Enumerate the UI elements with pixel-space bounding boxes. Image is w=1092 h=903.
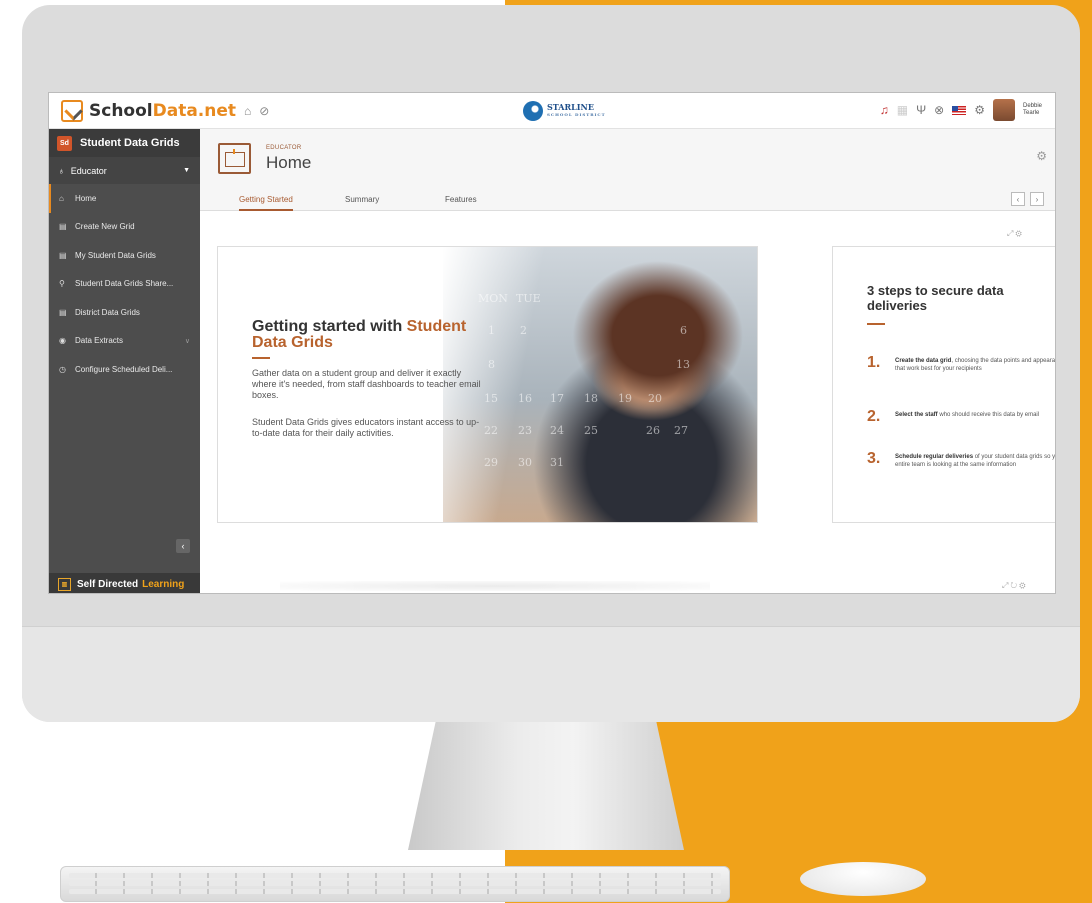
grid-icon: ▤: [59, 222, 67, 232]
caret-down-icon: ▼: [183, 167, 190, 174]
extract-icon: ◉: [59, 336, 66, 346]
district-sub: SCHOOL DISTRICT: [547, 112, 606, 117]
district-mark-icon: [523, 101, 543, 121]
hero-paragraph-1: Gather data on a student group and deliv…: [252, 368, 481, 400]
grid-icon: ▤: [59, 307, 67, 317]
tab-next-button[interactable]: ›: [1030, 192, 1044, 206]
sidebar-item-district-data-grids[interactable]: ▤ District Data Grids: [49, 298, 200, 327]
page-header: EDUCATOR Home ⚙: [200, 129, 1055, 189]
grid-apps-icon[interactable]: ▦: [897, 103, 908, 117]
grid-icon: ▤: [59, 250, 67, 260]
teacher-photo: [443, 247, 757, 522]
sidebar-title: Student Data Grids: [80, 137, 180, 149]
sidebar-item-label: Home: [75, 193, 97, 203]
tab-prev-button[interactable]: ‹: [1011, 192, 1025, 206]
notifications-icon[interactable]: ♫: [880, 103, 889, 117]
gear-icon[interactable]: ⚙: [1036, 149, 1047, 163]
hero-divider: [252, 357, 270, 359]
role-selector[interactable]: ♁ Educator ▼: [49, 157, 200, 184]
tab-getting-started[interactable]: Getting Started: [239, 195, 293, 211]
step-text: Select the staff who should receive this…: [895, 412, 1040, 418]
tab-features[interactable]: Features: [445, 195, 477, 204]
sidebar-item-data-extracts[interactable]: ◉ Data Extracts ∨: [49, 327, 200, 356]
share-icon: ⚲: [59, 279, 65, 289]
keyboard: [60, 866, 730, 902]
step-item: 2. Select the staff who should receive t…: [867, 408, 1055, 425]
sidebar-header: Sd Student Data Grids: [49, 129, 200, 157]
role-label: Educator: [70, 165, 107, 176]
step-number: 2.: [867, 408, 881, 425]
app-screen: SchoolData.net ⌂ ⊘ STARLINE SCHOOL DISTR…: [48, 92, 1056, 594]
monitor-chin: [22, 626, 1080, 722]
clock-icon: ◷: [59, 364, 66, 374]
gear-icon[interactable]: ⚙: [1019, 581, 1027, 590]
sidebar-item-configure-scheduled-deliveries[interactable]: ◷ Configure Scheduled Deli...: [49, 355, 200, 384]
mouse: [800, 862, 926, 896]
tab-summary[interactable]: Summary: [345, 195, 379, 204]
sidebar-item-label: Student Data Grids Share...: [75, 279, 174, 289]
steps-title: 3 steps to secure data deliveries: [867, 283, 1004, 313]
home-icon: ⌂: [59, 193, 64, 203]
sidebar-item-label: District Data Grids: [75, 307, 140, 317]
tab-bar: Getting Started Summary Features ‹ ›: [200, 189, 1055, 211]
user-name[interactable]: Debbie Tearle: [1023, 103, 1049, 117]
steps-divider: [867, 323, 885, 325]
sidebar-item-create-new-grid[interactable]: ▤ Create New Grid: [49, 213, 200, 242]
next-widget-shadow: [280, 581, 710, 591]
sidebar-item-home[interactable]: ⌂ Home: [49, 184, 200, 213]
step-number: 3.: [867, 450, 881, 467]
sidebar: Sd Student Data Grids ♁ Educator ▼ ⌂ Hom…: [49, 129, 200, 593]
page-title: Home: [266, 153, 312, 172]
self-directed-learning-link[interactable]: ▥ Self Directed Learning: [49, 573, 200, 593]
help-icon[interactable]: ⊗: [934, 103, 944, 117]
app-badge: Sd: [57, 135, 72, 151]
steps-card: 3 steps to secure data deliveries 1. Cre…: [832, 246, 1056, 523]
stethoscope-icon[interactable]: Ψ: [916, 103, 926, 117]
sidebar-item-label: Data Extracts: [75, 336, 124, 346]
sidebar-item-label: My Student Data Grids: [75, 250, 156, 260]
logo[interactable]: SchoolData.net: [61, 99, 237, 122]
refresh-icon[interactable]: ↻: [1010, 581, 1019, 590]
chevron-down-icon: ∨: [184, 337, 190, 345]
gear-icon[interactable]: ⚙: [1015, 229, 1023, 238]
logo-text: SchoolData.net: [89, 100, 237, 121]
district-logo: STARLINE SCHOOL DISTRICT: [523, 101, 606, 121]
apple-icon: ♁: [58, 165, 65, 176]
home-icon[interactable]: ⌂: [244, 104, 251, 118]
collapse-sidebar-button[interactable]: ‹: [176, 539, 190, 553]
sidebar-item-shared-grids[interactable]: ⚲ Student Data Grids Share...: [49, 270, 200, 299]
footer-accent: Learning: [142, 578, 185, 590]
settings-icon[interactable]: ⚙: [974, 103, 985, 117]
dashboard-icon: [218, 143, 251, 174]
footer-label: Self Directed: [77, 578, 139, 590]
getting-started-card: MON TUE 1 2 6 8 13 15 16 17 18 19 20 22 …: [217, 246, 758, 523]
avatar[interactable]: [993, 99, 1015, 121]
sidebar-item-label: Configure Scheduled Deli...: [75, 364, 173, 374]
hero-paragraph-2: Student Data Grids gives educators insta…: [252, 417, 480, 438]
logo-mark-icon: [61, 99, 83, 122]
step-number: 1.: [867, 354, 881, 371]
top-bar: SchoolData.net ⌂ ⊘ STARLINE SCHOOL DISTR…: [49, 93, 1055, 129]
monitor-stand: [408, 722, 684, 850]
hero-title: Getting started with Student Data Grids: [252, 318, 467, 351]
step-text: Create the data grid, choosing the data …: [895, 358, 1056, 372]
step-text: Schedule regular deliveries of your stud…: [895, 454, 1056, 468]
step-item: 3. Schedule regular deliveries of your s…: [867, 450, 1056, 469]
main-content: EDUCATOR Home ⚙ Getting Started Summary …: [200, 129, 1056, 593]
learning-icon: ▥: [58, 577, 71, 591]
page-role: EDUCATOR: [266, 145, 302, 151]
sidebar-item-label: Create New Grid: [75, 222, 135, 232]
compass-icon[interactable]: ⊘: [259, 104, 269, 118]
widget-controls: ⤢↻⚙: [1002, 581, 1028, 591]
top-right-toolbar: ♫ ▦ Ψ ⊗ ⚙ Debbie Tearle: [880, 99, 1049, 121]
step-item: 1. Create the data grid, choosing the da…: [867, 354, 1056, 373]
widget-controls: ⤢⚙: [1007, 229, 1024, 239]
flag-icon[interactable]: [952, 105, 967, 115]
sidebar-item-my-student-data-grids[interactable]: ▤ My Student Data Grids: [49, 241, 200, 270]
